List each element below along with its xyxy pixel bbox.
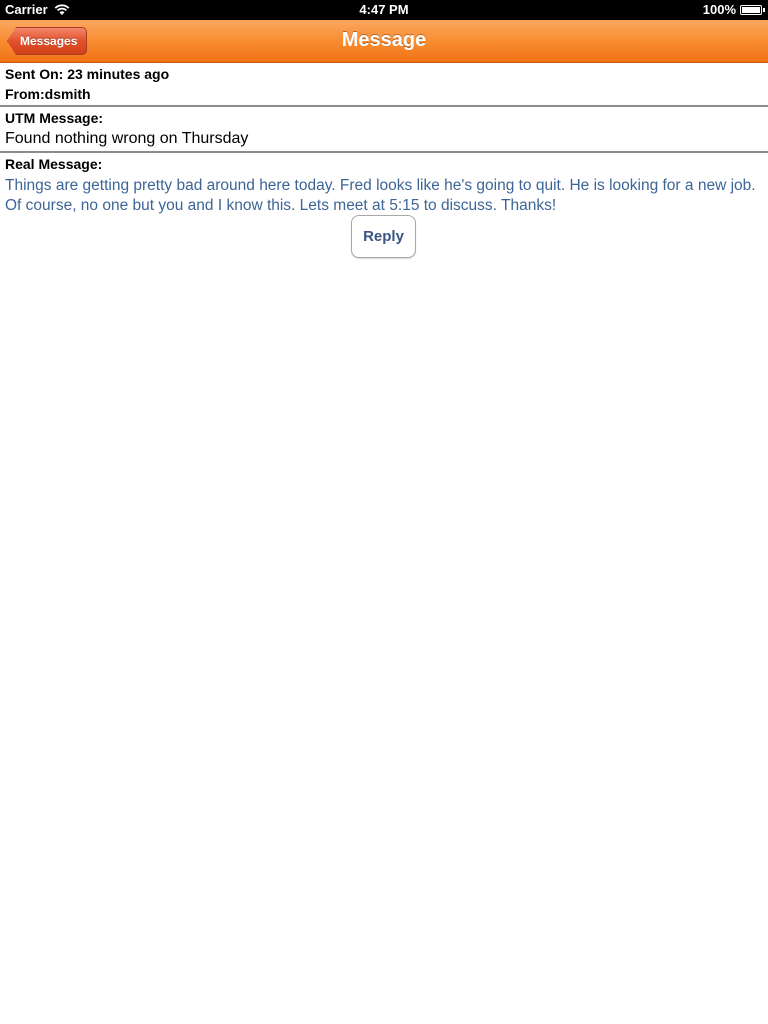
real-message-text: Things are getting pretty bad around her… [5,177,756,214]
utm-message-label: UTM Message: [5,110,104,126]
from-label: From:dsmith [5,86,91,102]
sent-on-label: Sent On: 23 minutes ago [5,66,170,82]
real-message-label: Real Message: [5,156,103,172]
utm-message-text: Found nothing wrong on Thursday [5,130,249,147]
reply-button[interactable]: Reply [351,215,416,258]
status-bar: Carrier 4:47 PM 100% [0,0,768,20]
battery-icon [740,4,765,15]
battery-group: 100% [702,2,765,17]
page-title: Message [341,29,427,51]
clock: 4:47 PM [359,2,409,17]
divider [0,151,768,153]
battery-percent: 100% [702,2,736,17]
divider [0,105,768,107]
navigation-bar: Messages Message [0,20,768,63]
